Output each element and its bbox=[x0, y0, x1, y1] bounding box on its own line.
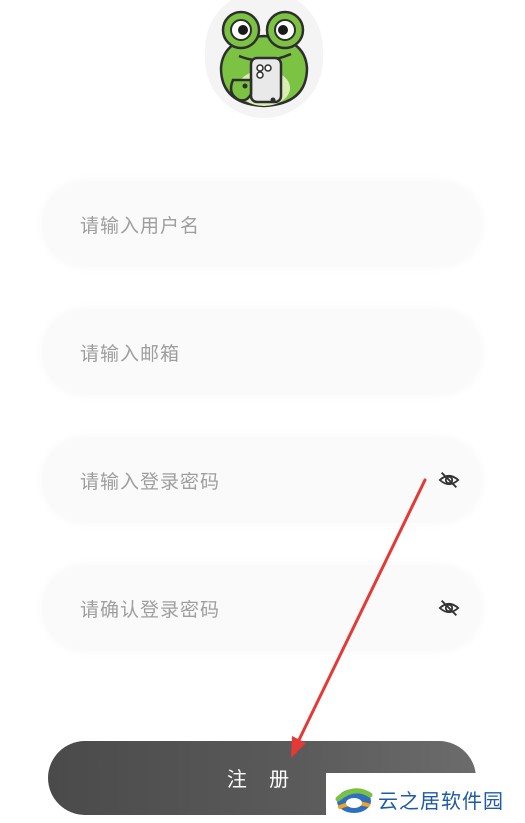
annotation-arrow bbox=[291, 478, 427, 758]
watermark: 云之居软件园 bbox=[326, 773, 525, 823]
site-logo-icon bbox=[335, 788, 373, 813]
watermark-text: 云之居软件园 bbox=[378, 789, 504, 813]
